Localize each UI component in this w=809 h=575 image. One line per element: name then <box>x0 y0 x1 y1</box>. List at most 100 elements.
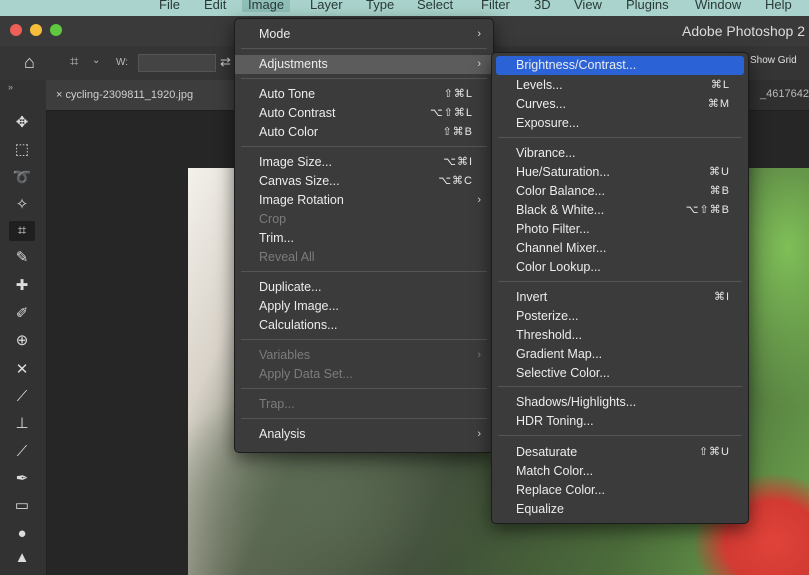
shortcut-label: ⌘U <box>709 166 730 178</box>
menu-item-label: Color Balance... <box>516 184 605 198</box>
collapse-panel-icon[interactable]: » <box>8 82 13 92</box>
image-menu-item-auto-color[interactable]: Auto Color ⇧⌘B <box>235 123 493 142</box>
adjustments-item-posterize[interactable]: Posterize... <box>492 307 748 326</box>
lasso-icon[interactable]: ➰ <box>9 168 35 188</box>
image-menu-item-image-rotation[interactable]: Image Rotation › <box>235 191 493 210</box>
menubar-3d[interactable]: 3D <box>534 0 551 12</box>
adjustments-item-curves[interactable]: Curves... ⌘M <box>492 95 748 114</box>
menubar-type[interactable]: Type <box>366 0 394 12</box>
show-grid-label[interactable]: Show Grid <box>750 55 797 66</box>
menu-item-label: Exposure... <box>516 116 580 130</box>
menu-item-label: Reveal All <box>259 250 315 264</box>
drop-icon[interactable]: ● <box>9 524 35 544</box>
crop-icon[interactable]: ⌗ <box>9 221 35 241</box>
image-menu-item-trim[interactable]: Trim... <box>235 229 493 248</box>
menu-item-label: Variables <box>259 348 311 362</box>
chevron-down-icon[interactable]: ⌄ <box>92 55 100 66</box>
tools-panel: » ✥ ⬚ ➰ ✧ ⌗ ✎ ✚ ✐ ⊕ ✕ ⟋ ⊥ ⟋ ✒ ▭ ● ▲ <box>0 80 47 575</box>
menu-item-label: Adjustments <box>259 57 328 71</box>
adjustments-item-equalize[interactable]: Equalize <box>492 500 748 519</box>
menu-item-label: Color Lookup... <box>516 260 601 274</box>
image-menu-item-analysis[interactable]: Analysis › <box>235 425 493 444</box>
window-title: Adobe Photoshop 2 <box>682 23 805 39</box>
home-icon[interactable]: ⌂ <box>24 52 35 73</box>
image-menu-item-mode[interactable]: Mode › <box>235 25 493 44</box>
image-menu-item-auto-tone[interactable]: Auto Tone ⇧⌘L <box>235 85 493 104</box>
menu-item-label: Equalize <box>516 502 564 516</box>
second-document-tab-label[interactable]: _4617642 <box>760 88 809 100</box>
adjustments-item-gradient-map[interactable]: Gradient Map... <box>492 345 748 364</box>
menubar-plugins[interactable]: Plugins <box>626 0 669 12</box>
menu-item-label: Curves... <box>516 97 567 111</box>
adjustments-item-vibrance[interactable]: Vibrance... <box>492 144 748 163</box>
adjustments-item-levels[interactable]: Levels... ⌘L <box>492 76 748 95</box>
minimize-window-button[interactable] <box>30 24 42 36</box>
gradient-icon[interactable]: ▭ <box>9 496 35 516</box>
menubar-view[interactable]: View <box>574 0 602 12</box>
menu-item-label: Hue/Saturation... <box>516 165 610 179</box>
brush-icon[interactable]: ✐ <box>9 304 35 324</box>
shortcut-label: ⇧⌘U <box>698 446 730 458</box>
menubar-file[interactable]: File <box>159 0 180 12</box>
menu-item-label: Canvas Size... <box>259 174 340 188</box>
menubar-layer[interactable]: Layer <box>310 0 343 12</box>
image-menu-item-auto-contrast[interactable]: Auto Contrast ⌥⇧⌘L <box>235 104 493 123</box>
close-window-button[interactable] <box>10 24 22 36</box>
adjustments-item-hue-saturation[interactable]: Hue/Saturation... ⌘U <box>492 163 748 182</box>
submenu-arrow-icon: › <box>477 58 481 70</box>
history-brush-icon[interactable]: ✕ <box>9 360 35 380</box>
menu-separator <box>241 388 487 389</box>
adjustments-item-replace-color[interactable]: Replace Color... <box>492 481 748 500</box>
adjustments-item-photo-filter[interactable]: Photo Filter... <box>492 220 748 239</box>
shortcut-label: ⌥⌘I <box>443 156 473 168</box>
adjustments-item-threshold[interactable]: Threshold... <box>492 326 748 345</box>
image-menu-item-calculations[interactable]: Calculations... <box>235 316 493 335</box>
healing-brush-icon[interactable]: ✚ <box>9 276 35 296</box>
document-tab[interactable]: × cycling-2309811_1920.jpg <box>46 80 234 110</box>
swap-icon[interactable]: ⇄ <box>220 54 231 70</box>
menu-separator <box>241 48 487 49</box>
menu-item-label: Auto Color <box>259 125 319 139</box>
menu-item-label: Threshold... <box>516 328 583 342</box>
menubar-filter[interactable]: Filter <box>481 0 510 12</box>
image-menu-item-image-size[interactable]: Image Size... ⌥⌘I <box>235 153 493 172</box>
marquee-icon[interactable]: ⬚ <box>9 140 35 160</box>
stamp-icon[interactable]: ⊥ <box>9 414 35 434</box>
menu-item-label: Image Size... <box>259 155 332 169</box>
menubar-help[interactable]: Help <box>765 0 792 12</box>
menu-item-label: Posterize... <box>516 309 579 323</box>
adjustments-item-exposure[interactable]: Exposure... <box>492 114 748 133</box>
menu-item-label: Crop <box>259 212 287 226</box>
clone-stamp-icon[interactable]: ⊕ <box>9 331 35 351</box>
adjustments-item-shadows-highlights[interactable]: Shadows/Highlights... <box>492 393 748 412</box>
adjustments-item-color-lookup[interactable]: Color Lookup... <box>492 258 748 277</box>
zoom-window-button[interactable] <box>50 24 62 36</box>
width-field[interactable] <box>138 54 216 72</box>
image-menu-item-reveal-all: Reveal All <box>235 248 493 267</box>
image-menu-item-adjustments[interactable]: Adjustments › <box>235 55 493 74</box>
menubar-select[interactable]: Select <box>417 0 453 12</box>
adjustments-item-color-balance[interactable]: Color Balance... ⌘B <box>492 182 748 201</box>
adjustments-item-invert[interactable]: Invert ⌘I <box>492 288 748 307</box>
image-menu-item-apply-image[interactable]: Apply Image... <box>235 297 493 316</box>
image-menu-item-duplicate[interactable]: Duplicate... <box>235 278 493 297</box>
adjustments-item-match-color[interactable]: Match Color... <box>492 462 748 481</box>
eraser-icon[interactable]: ⟋ <box>9 387 35 407</box>
menubar-edit[interactable]: Edit <box>204 0 226 12</box>
magic-wand-icon[interactable]: ✧ <box>9 195 35 215</box>
menubar-window[interactable]: Window <box>695 0 741 12</box>
move-icon[interactable]: ✥ <box>9 113 35 133</box>
adjustments-item-brightness-contrast[interactable]: Brightness/Contrast... <box>496 56 744 75</box>
adjustments-item-hdr-toning[interactable]: HDR Toning... <box>492 412 748 431</box>
shape-icon[interactable]: ▲ <box>9 548 35 568</box>
crop-tool-preset-icon[interactable]: ⌗ <box>70 53 78 70</box>
image-menu-item-canvas-size[interactable]: Canvas Size... ⌥⌘C <box>235 172 493 191</box>
pen-icon[interactable]: ✒ <box>9 469 35 489</box>
adjustments-item-desaturate[interactable]: Desaturate ⇧⌘U <box>492 443 748 462</box>
menubar-image[interactable]: Image <box>242 0 291 12</box>
adjustments-item-black-white[interactable]: Black & White... ⌥⇧⌘B <box>492 201 748 220</box>
eyedropper-icon[interactable]: ✎ <box>9 248 35 268</box>
adjustments-item-channel-mixer[interactable]: Channel Mixer... <box>492 239 748 258</box>
dodge-icon[interactable]: ⟋ <box>9 442 35 462</box>
adjustments-item-selective-color[interactable]: Selective Color... <box>492 364 748 383</box>
